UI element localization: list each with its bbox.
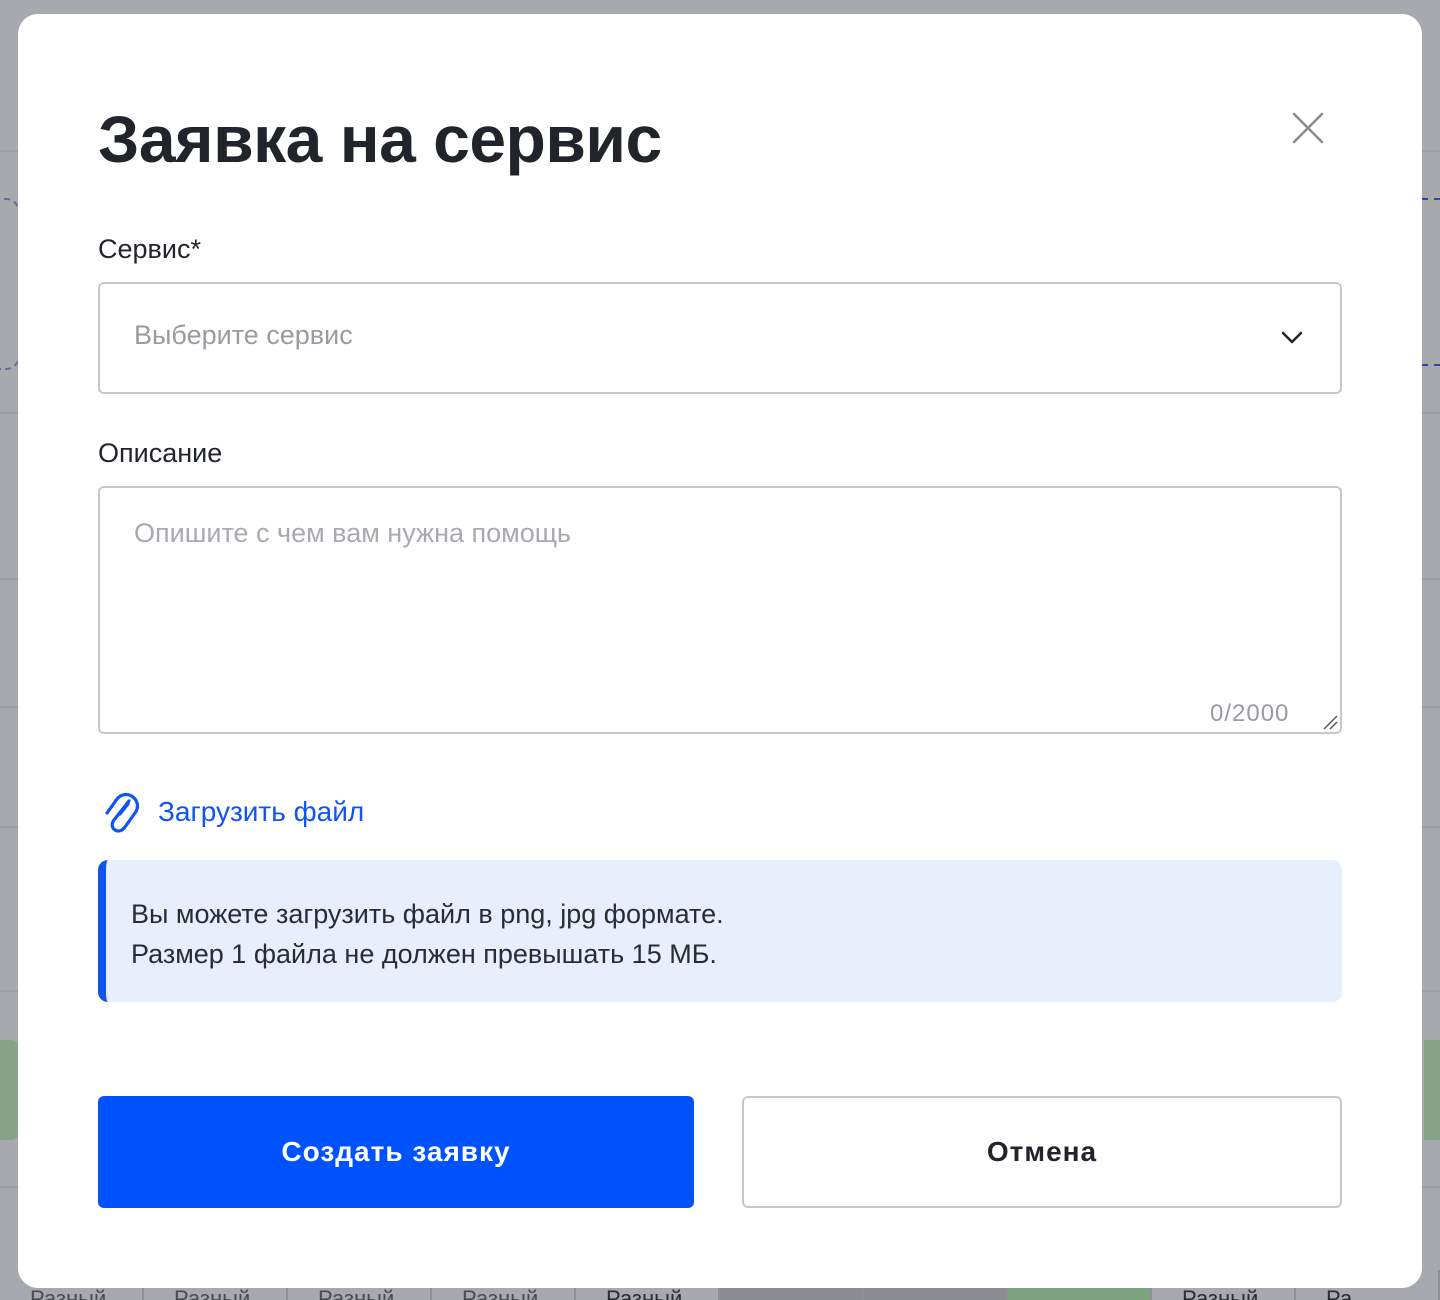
- char-counter: 0/2000: [1210, 700, 1290, 727]
- close-button[interactable]: [1288, 108, 1328, 148]
- description-placeholder: Опишите с чем вам нужна помощь: [134, 518, 571, 548]
- background-dashed-line: [1422, 364, 1440, 366]
- paperclip-icon: [105, 792, 140, 833]
- service-label: Сервис*: [98, 234, 201, 264]
- create-request-button[interactable]: Создать заявку: [98, 1096, 694, 1208]
- cancel-button[interactable]: Отмена: [742, 1096, 1342, 1208]
- description-textarea[interactable]: Опишите с чем вам нужна помощь 0/2000: [98, 486, 1342, 734]
- upload-file-link[interactable]: Загрузить файл: [102, 788, 364, 836]
- chevron-down-icon: [1281, 331, 1303, 344]
- modal-title: Заявка на сервис: [98, 102, 662, 176]
- upload-info-box: Вы можете загрузить файл в png, jpg форм…: [98, 860, 1342, 1002]
- upload-info-line: Размер 1 файла не должен превышать 15 МБ…: [131, 939, 717, 969]
- background-dashed-card: [0, 198, 20, 370]
- upload-file-label: Загрузить файл: [158, 796, 365, 827]
- service-select-placeholder: Выберите сервис: [134, 320, 353, 350]
- upload-info-line: Вы можете загрузить файл в png, jpg форм…: [131, 899, 724, 929]
- background-green-block: [0, 1040, 20, 1140]
- description-label: Описание: [98, 438, 223, 468]
- resize-handle-icon[interactable]: [1322, 714, 1338, 730]
- service-select[interactable]: Выберите сервис: [98, 282, 1342, 394]
- background-green-block: [1424, 1040, 1440, 1140]
- background-dashed-line: [1422, 198, 1440, 200]
- service-request-modal: Заявка на сервис Сервис* Выберите сервис…: [18, 14, 1422, 1288]
- close-icon: [1292, 112, 1324, 144]
